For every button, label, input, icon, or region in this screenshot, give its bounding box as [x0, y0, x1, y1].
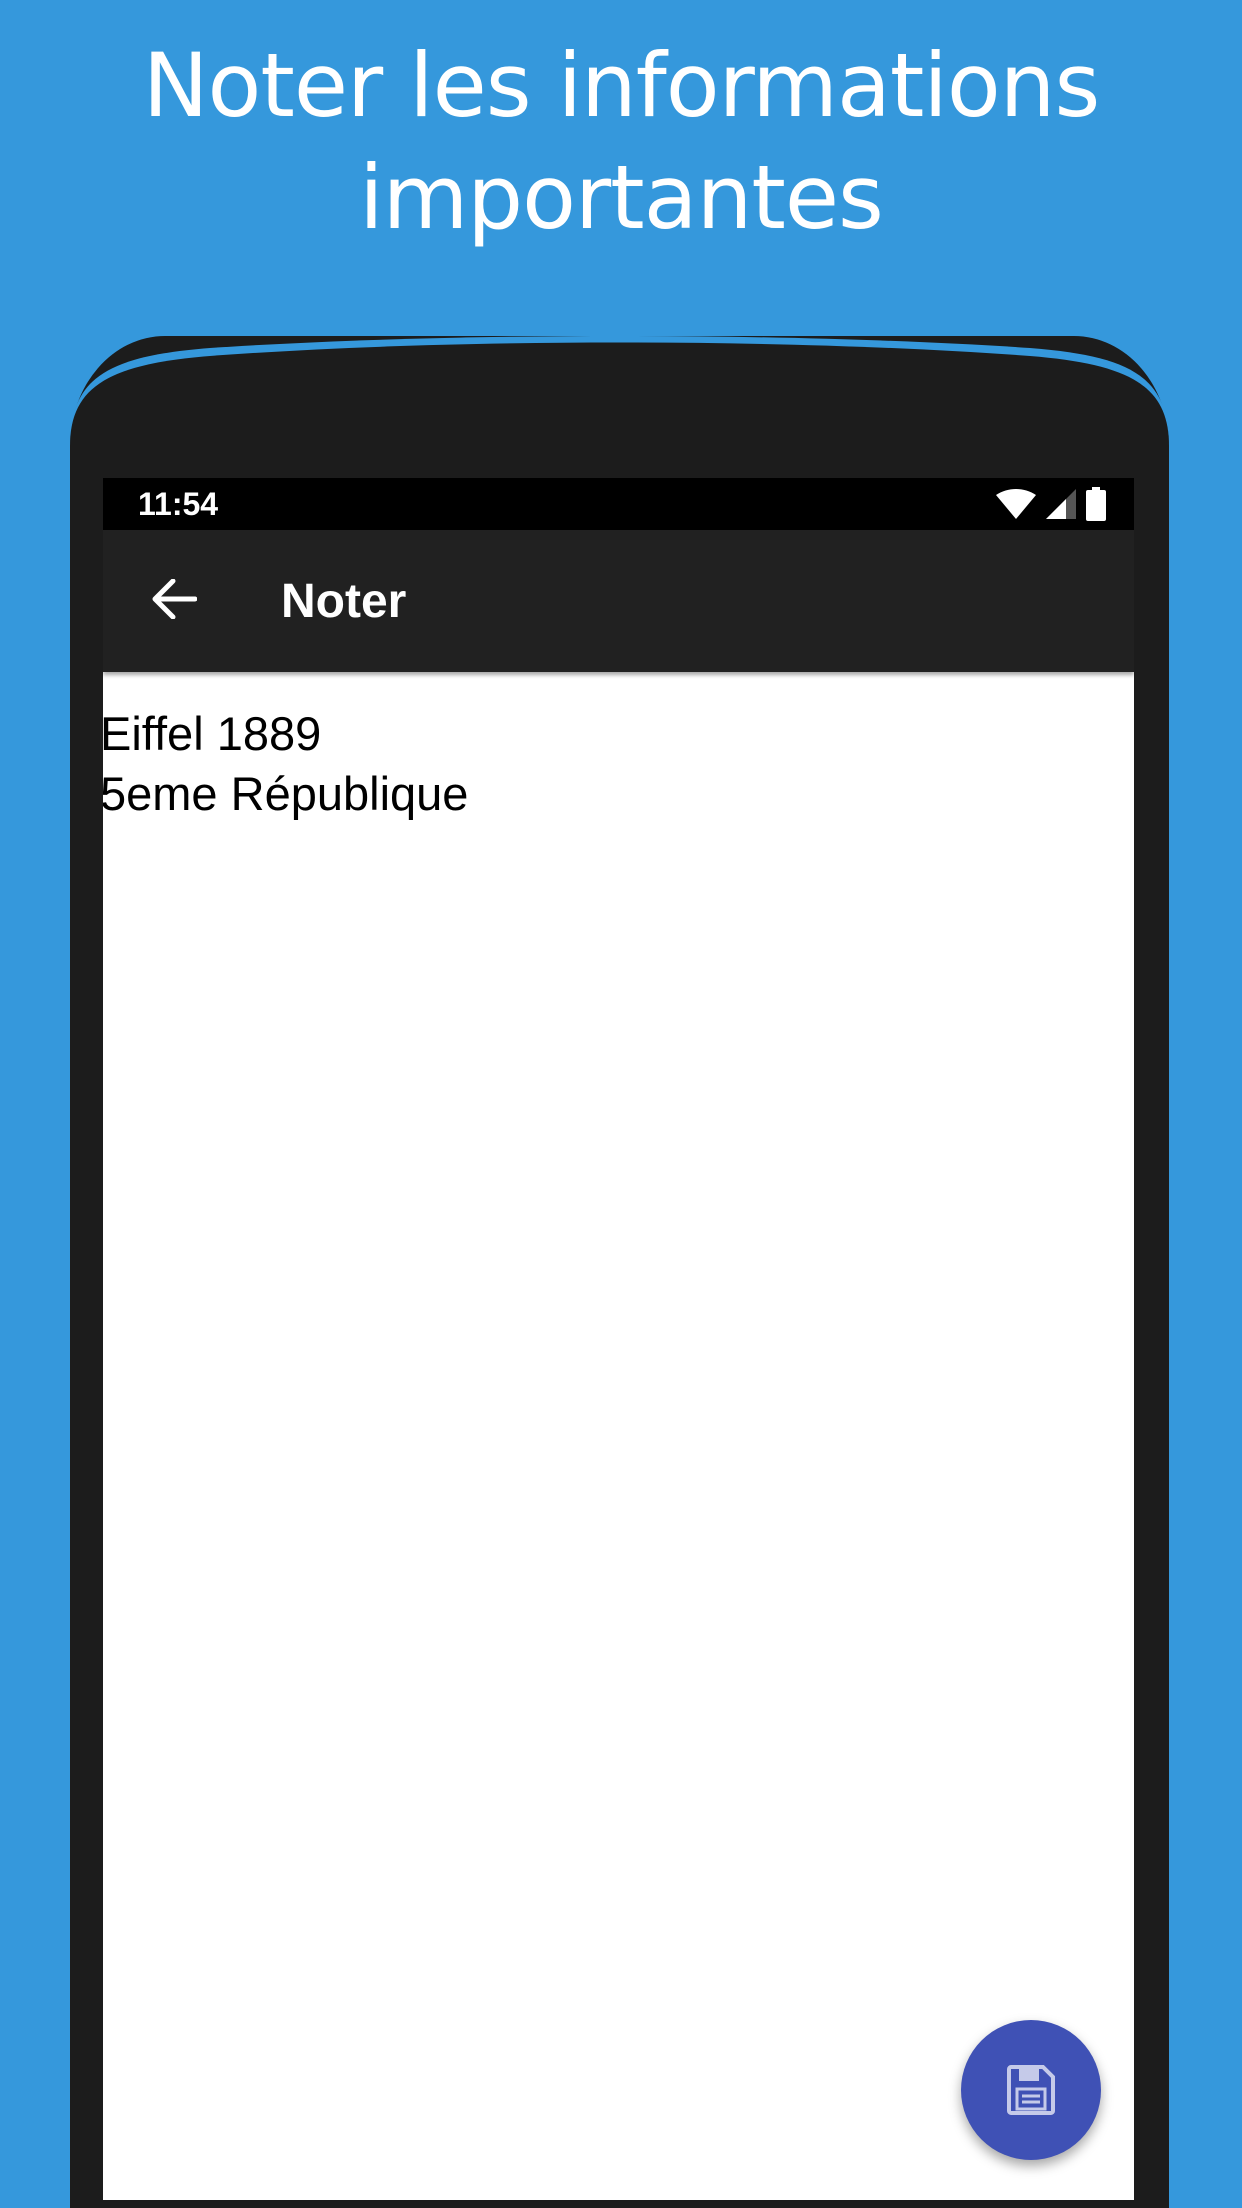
battery-icon: [1086, 487, 1106, 521]
headline-line-2: importantes: [359, 146, 884, 249]
phone-screen: 11:54 Noter Eiffel 1889 5eme République: [103, 478, 1134, 2200]
status-time: 11:54: [138, 486, 219, 522]
promo-headline: Noter les informations importantes: [0, 30, 1242, 254]
back-button[interactable]: [139, 566, 209, 636]
save-icon: [1007, 2065, 1055, 2115]
wifi-icon: [996, 489, 1036, 519]
status-icons: [996, 484, 1106, 524]
headline-line-1: Noter les informations: [142, 34, 1101, 137]
phone-top-bezel: [70, 336, 1169, 456]
app-bar: Noter: [103, 530, 1134, 672]
arrow-back-icon: [151, 578, 198, 623]
note-text-field[interactable]: Eiffel 1889 5eme République: [103, 704, 1120, 2154]
save-button[interactable]: [961, 2020, 1101, 2160]
promo-screenshot: Noter les informations importantes 11:54: [0, 0, 1242, 2208]
app-bar-title: Noter: [281, 575, 407, 628]
status-bar: 11:54: [103, 478, 1134, 530]
cell-signal-icon: [1046, 489, 1076, 519]
